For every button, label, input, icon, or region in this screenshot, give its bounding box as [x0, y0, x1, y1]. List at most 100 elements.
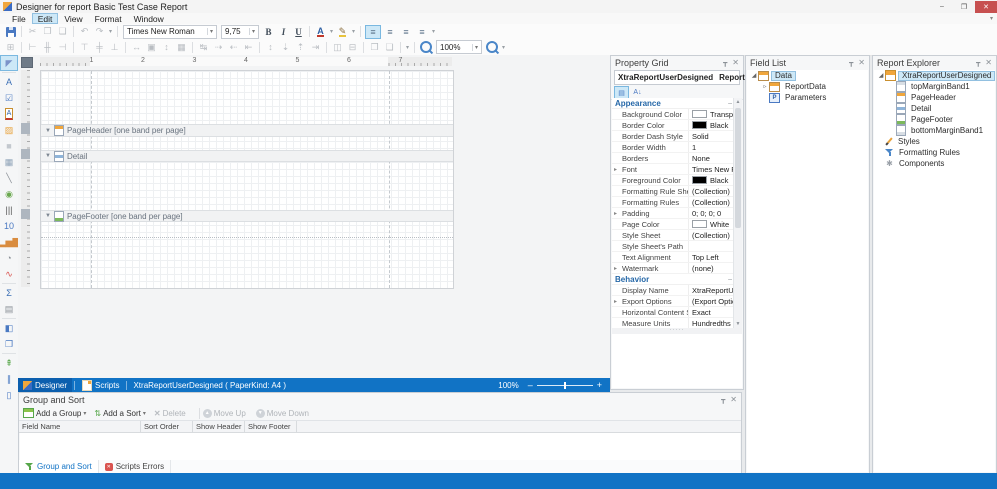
toolbox-label-tool[interactable]: A [0, 74, 18, 90]
close-icon[interactable]: ✕ [730, 395, 737, 404]
report-canvas[interactable]: ▼ PageHeader [one band per page] ▼ Detai… [40, 70, 454, 289]
zoom-dropdown-icon[interactable]: ▾ [502, 44, 505, 51]
expand-icon[interactable]: ▸ [614, 210, 617, 217]
expander-icon[interactable]: ▹ [761, 83, 769, 90]
collapse-band-icon[interactable]: ▼ [45, 153, 51, 159]
toolbox-panel-tool[interactable]: ■ [0, 138, 18, 154]
field-node-reportdata[interactable]: ▹ReportData [747, 81, 868, 92]
toolbox-shape-tool[interactable]: ◉ [0, 186, 18, 202]
zoom-out-button[interactable]: – [528, 381, 533, 389]
menu-item-file[interactable]: File [6, 13, 32, 24]
scrollbar[interactable]: ▲ ▼ [733, 98, 742, 328]
collapse-band-icon[interactable]: ▼ [45, 213, 51, 219]
bold-button[interactable]: B [262, 26, 275, 38]
menu-overflow-chevron-icon[interactable]: ▾ [990, 15, 993, 22]
property-category-appearance[interactable]: Appearance– [612, 98, 734, 109]
toolbox-pivot-grid-tool[interactable]: Σ [0, 285, 18, 301]
center-vertically-button[interactable]: ⊟ [346, 41, 359, 53]
expander-icon[interactable]: ◢ [750, 72, 758, 79]
menu-item-edit[interactable]: Edit [32, 13, 59, 24]
decrease-vertical-spacing-button[interactable]: ⇡ [294, 41, 307, 53]
right-margin-line[interactable] [389, 71, 390, 288]
toolbox-page-break-tool[interactable]: ⇞ [0, 355, 18, 371]
undo-button[interactable]: ↶ [78, 26, 91, 38]
property-row-border-width[interactable]: Border Width1 [612, 142, 734, 153]
field-node-data[interactable]: ◢Data [747, 70, 868, 81]
font-color-dropdown-icon[interactable]: ▾ [330, 28, 333, 35]
toolbox-check-box-tool[interactable]: ☑ [0, 90, 18, 106]
report-node-pagefooter[interactable]: PageFooter [874, 114, 995, 125]
toolbox-rich-text-tool[interactable]: A [0, 106, 18, 122]
toolbox-gauge-tool[interactable]: ◔ [0, 250, 18, 266]
bring-to-front-button[interactable]: ❐ [368, 41, 381, 53]
column-header-show-footer[interactable]: Show Footer [245, 421, 297, 432]
toolbox-cross-band-box-tool[interactable]: ▯ [0, 387, 18, 403]
zoom-out-icon[interactable] [420, 41, 432, 53]
align-lefts-button[interactable]: ⊢ [26, 41, 39, 53]
property-row-formatting-rule-sheet[interactable]: Formatting Rule Sheet(Collection) [612, 186, 734, 197]
toolbox-table-tool[interactable]: ▦ [0, 154, 18, 170]
tab-designer[interactable]: Designer [18, 378, 72, 392]
minimize-button[interactable]: – [931, 1, 953, 13]
pin-icon[interactable]: ┳ [723, 59, 727, 67]
align-centers-button[interactable]: ╫ [41, 41, 54, 53]
align-center-button[interactable]: ≡ [383, 26, 397, 38]
property-row-style-sheet-s-path[interactable]: Style Sheet's Path [612, 241, 734, 252]
cut-button[interactable]: ✂ [26, 26, 39, 38]
size-to-grid-button[interactable]: ▦ [175, 41, 188, 53]
tab-scripts[interactable]: Scripts [77, 378, 124, 392]
property-row-text-alignment[interactable]: Text AlignmentTop Left [612, 252, 734, 263]
property-row-foreground-color[interactable]: Foreground ColorBlack [612, 175, 734, 186]
toolbox-cross-band-line-tool[interactable]: ∥ [0, 371, 18, 387]
expand-icon[interactable]: ▸ [614, 298, 617, 305]
send-to-back-button[interactable]: ❏ [383, 41, 396, 53]
align-right-button[interactable]: ≡ [399, 26, 413, 38]
property-row-watermark[interactable]: ▸Watermark(none) [612, 263, 734, 274]
report-node-components[interactable]: Components [874, 158, 995, 169]
pin-icon[interactable]: ┳ [721, 396, 725, 404]
property-row-horizontal-content-splitting[interactable]: Horizontal Content SplittingExact [612, 307, 734, 318]
copy-button[interactable]: ❐ [41, 26, 54, 38]
property-row-export-options[interactable]: ▸Export Options(Export Options) [612, 296, 734, 307]
italic-button[interactable]: I [277, 26, 290, 38]
layout-dropdown-icon[interactable]: ▾ [406, 44, 409, 51]
property-row-padding[interactable]: ▸Padding0; 0; 0; 0 [612, 208, 734, 219]
align-bottoms-button[interactable]: ⊥ [108, 41, 121, 53]
toolbox-cross-band-copy-tool[interactable]: ❐ [0, 336, 18, 352]
expand-icon[interactable]: ▸ [614, 265, 617, 272]
scroll-down-icon[interactable]: ▼ [734, 320, 742, 328]
add-a-sort-button[interactable]: Add a Sort▾ [94, 409, 146, 418]
font-size-combo[interactable]: 9,75 ▾ [221, 25, 259, 39]
close-icon[interactable]: ✕ [732, 58, 739, 67]
pin-icon[interactable]: ┳ [849, 59, 853, 67]
decrease-horizontal-spacing-button[interactable]: ⇠ [227, 41, 240, 53]
toolbox-pointer-tool[interactable]: ◤ [0, 55, 18, 71]
tab-group-and-sort[interactable]: Group and Sort [19, 460, 99, 473]
band-header-detail[interactable]: ▼ Detail [41, 150, 453, 162]
left-margin-line[interactable] [91, 71, 92, 288]
close-icon[interactable]: ✕ [858, 58, 865, 67]
align-left-button[interactable]: ≡ [365, 25, 381, 39]
center-horizontally-button[interactable]: ◫ [331, 41, 344, 53]
increase-vertical-spacing-button[interactable]: ⇣ [279, 41, 292, 53]
make-same-width-button[interactable]: ↔ [130, 41, 143, 53]
zoom-slider[interactable] [537, 385, 593, 386]
add-a-group-button[interactable]: Add a Group▾ [23, 408, 86, 418]
expand-icon[interactable]: ▸ [614, 166, 617, 173]
toolbox-picture-box-tool[interactable]: ▨ [0, 122, 18, 138]
property-row-font[interactable]: ▸FontTimes New Roman;... [612, 164, 734, 175]
report-node-detail[interactable]: Detail [874, 103, 995, 114]
toolbox-sparkline-tool[interactable]: ∿ [0, 266, 18, 282]
align-rights-button[interactable]: ⊣ [56, 41, 69, 53]
scrollbar-thumb[interactable] [735, 108, 741, 228]
report-node-xtrareportuserdesigned[interactable]: ◢XtraReportUserDesigned [874, 70, 995, 81]
property-category-behavior[interactable]: Behavior– [612, 274, 734, 285]
make-same-size-button[interactable]: ▣ [145, 41, 158, 53]
zoom-slider-thumb[interactable] [564, 382, 566, 389]
band-header-pageheader[interactable]: ▼ PageHeader [one band per page] [41, 124, 453, 137]
toolbox-sub-report-tool[interactable]: ◧ [0, 320, 18, 336]
align-justify-button[interactable]: ≡ [415, 26, 429, 38]
save-button[interactable] [4, 26, 17, 38]
underline-button[interactable]: U [292, 26, 305, 38]
report-node-pageheader[interactable]: PageHeader [874, 92, 995, 103]
